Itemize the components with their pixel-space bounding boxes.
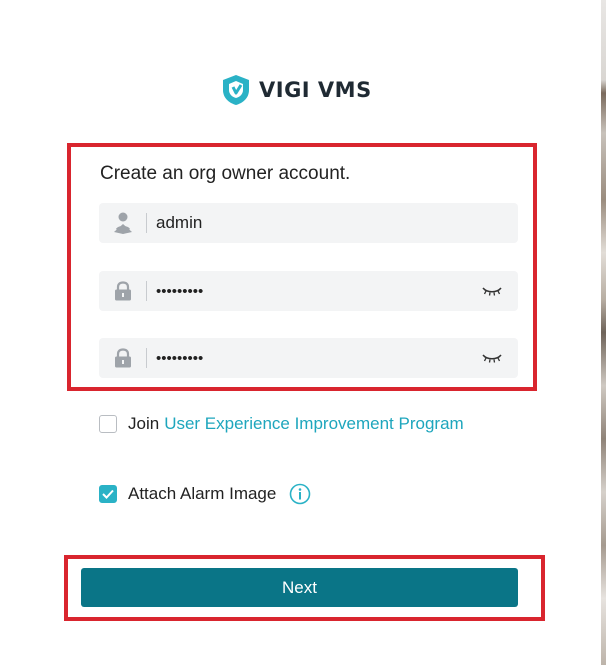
password-value[interactable]: •••••••••	[156, 283, 482, 300]
next-button[interactable]: Next	[81, 568, 518, 607]
info-icon[interactable]	[289, 483, 311, 505]
lock-icon	[99, 271, 147, 311]
vigi-shield-icon	[223, 75, 249, 105]
background-photo-edge	[601, 0, 606, 665]
username-field[interactable]: admin	[99, 203, 518, 243]
attach-alarm-label: Attach Alarm Image	[128, 484, 277, 503]
lock-icon	[99, 338, 147, 378]
user-icon	[99, 203, 147, 243]
join-program-checkbox[interactable]	[99, 415, 117, 433]
vigi-vms-logo: VIGI VMS	[221, 73, 372, 107]
join-program-row: Join User Experience Improvement Program	[99, 414, 464, 434]
ux-program-link[interactable]: User Experience Improvement Program	[164, 414, 464, 434]
create-account-page: VIGI VMS Create an org owner account. ad…	[0, 0, 606, 665]
password-field[interactable]: •••••••••	[99, 271, 518, 311]
confirm-password-field[interactable]: •••••••••	[99, 338, 518, 378]
attach-alarm-row: Attach Alarm Image	[99, 483, 311, 505]
eye-closed-icon[interactable]	[482, 285, 502, 297]
username-value[interactable]: admin	[156, 213, 518, 233]
brand-name: VIGI VMS	[259, 78, 372, 102]
eye-closed-icon[interactable]	[482, 352, 502, 364]
join-label: Join	[128, 414, 160, 433]
checkmark-icon	[102, 489, 114, 499]
form-title: Create an org owner account.	[100, 163, 351, 184]
confirm-password-value[interactable]: •••••••••	[156, 350, 482, 367]
attach-alarm-checkbox[interactable]	[99, 485, 117, 503]
